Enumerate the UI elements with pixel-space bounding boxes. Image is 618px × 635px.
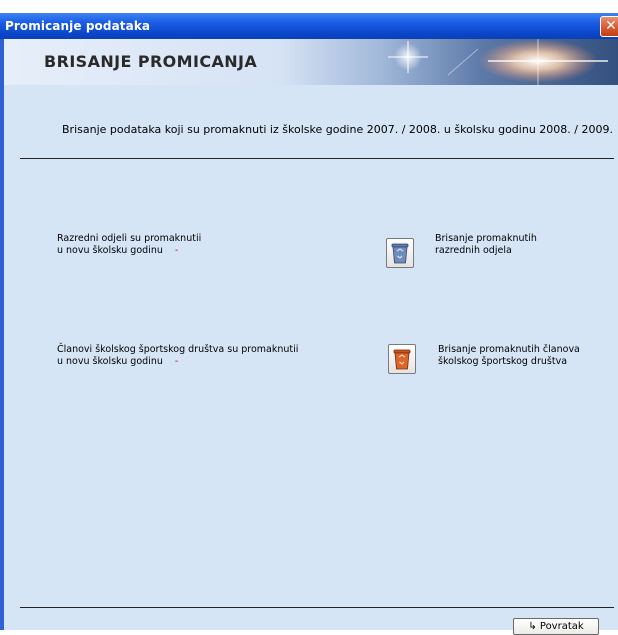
- sports-status-line2-row: u novu školsku godinu -: [57, 356, 298, 368]
- delete-sports-line2: školskog športskog društva: [438, 356, 568, 367]
- bottom-divider: [20, 607, 614, 608]
- classes-status: Razredni odjeli su promaknutii u novu šk…: [57, 233, 201, 257]
- delete-classes-line1: Brisanje promaknutih: [435, 233, 537, 244]
- header-banner: BRISANJE PROMICANJA: [4, 39, 618, 85]
- delete-classes-button[interactable]: [386, 238, 414, 268]
- app-window: Promicanje podataka ✕ BRISANJE PROMICANJ…: [0, 13, 618, 635]
- lens-flare-graphic: [388, 39, 608, 85]
- classes-status-line1: Razredni odjeli su promaknutii: [57, 233, 202, 244]
- back-button-label: Povratak: [539, 621, 584, 632]
- delete-sports-members-button[interactable]: [388, 344, 416, 374]
- top-divider: [20, 158, 614, 159]
- delete-sports-line1: Brisanje promaknutih članova: [438, 344, 580, 355]
- classes-status-line2-row: u novu školsku godinu -: [57, 245, 201, 257]
- description-text: Brisanje podataka koji su promaknuti iz …: [62, 123, 613, 136]
- dialog-body: BRISANJE PROMICANJA Brisanje podataka ko…: [4, 39, 618, 635]
- sports-status-value: -: [174, 356, 179, 367]
- back-button[interactable]: ↳ Povratak: [513, 618, 599, 635]
- classes-status-value: -: [174, 245, 179, 256]
- delete-sports-members-label: Brisanje promaknutih članova školskog šp…: [438, 344, 580, 368]
- delete-classes-line2: razrednih odjela: [435, 245, 512, 256]
- close-icon: ✕: [605, 18, 617, 34]
- classes-status-line2: u novu školsku godinu: [57, 245, 163, 256]
- sports-status-line2: u novu školsku godinu: [57, 356, 163, 367]
- recycle-bin-icon: [393, 349, 411, 370]
- delete-classes-label: Brisanje promaknutih razrednih odjela: [435, 233, 537, 257]
- title-bar: Promicanje podataka ✕: [0, 13, 618, 39]
- banner-title: BRISANJE PROMICANJA: [44, 52, 258, 71]
- sports-status: Članovi školskog športskog društva su pr…: [57, 344, 298, 368]
- return-arrow-icon: ↳: [528, 621, 537, 632]
- recycle-bin-icon: [391, 243, 409, 264]
- close-button[interactable]: ✕: [600, 16, 618, 37]
- window-title: Promicanje podataka: [5, 19, 151, 33]
- sports-status-line1: Članovi školskog športskog društva su pr…: [57, 344, 299, 355]
